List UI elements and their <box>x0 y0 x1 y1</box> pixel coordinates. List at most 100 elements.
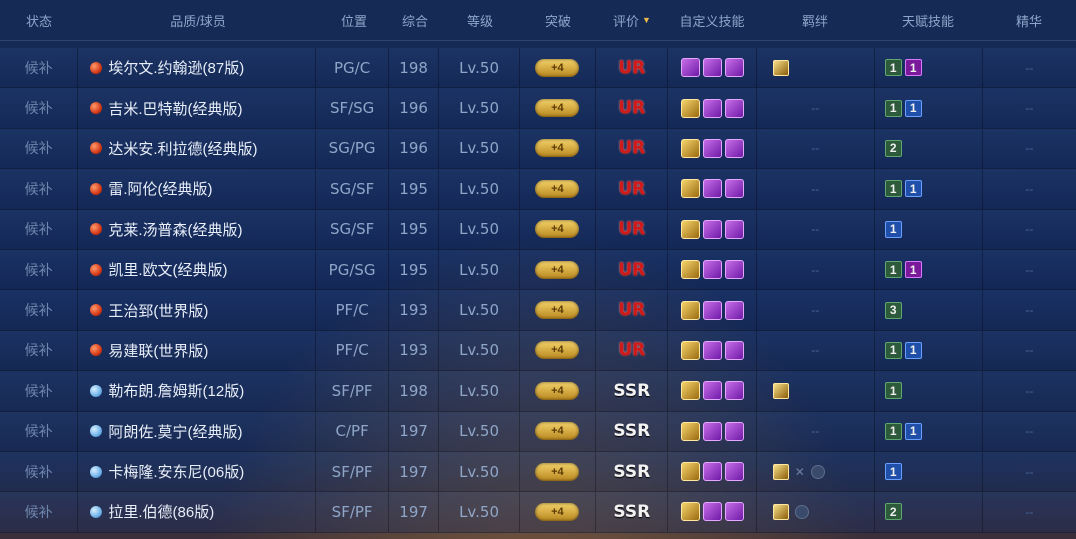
skill-icon[interactable] <box>724 98 744 118</box>
skill-icon[interactable] <box>702 260 722 280</box>
skill-icon[interactable] <box>702 421 722 441</box>
custom-skills-cell[interactable] <box>668 249 757 290</box>
talent-badge[interactable]: 1 <box>904 99 922 117</box>
table-row[interactable]: 候补 凯里.欧文(经典版) PG/SG 195 Lv.50 +4 UR -- 1 1 -- <box>0 249 1076 291</box>
skill-icon[interactable] <box>680 421 700 441</box>
skill-icon[interactable] <box>724 58 744 78</box>
custom-skills-cell[interactable] <box>668 371 757 411</box>
talent-badge[interactable]: 1 <box>884 341 902 359</box>
bond-icon[interactable] <box>772 59 789 76</box>
custom-skills-cell[interactable] <box>668 411 757 451</box>
header-rating[interactable]: 评价 ▼ <box>596 0 668 40</box>
player-name-cell[interactable]: 阿朗佐.莫宁(经典版) <box>78 411 317 451</box>
custom-skills-cell[interactable] <box>668 88 757 128</box>
player-name-cell[interactable]: 达米安.利拉德(经典版) <box>78 128 317 169</box>
custom-skills-cell[interactable] <box>668 48 757 88</box>
player-name-cell[interactable]: 雷.阿伦(经典版) <box>78 169 317 209</box>
custom-skills-cell[interactable] <box>668 290 757 330</box>
custom-skills-cell[interactable] <box>668 169 757 209</box>
table-row[interactable]: 候补 雷.阿伦(经典版) SG/SF 195 Lv.50 +4 UR -- 1 1 -- <box>0 169 1076 210</box>
talent-badge[interactable]: 1 <box>884 382 902 400</box>
talent-badge[interactable]: 1 <box>884 99 902 117</box>
skill-icon[interactable] <box>724 138 744 158</box>
custom-skills-cell[interactable] <box>668 128 757 169</box>
skill-icon[interactable] <box>680 138 700 158</box>
talent-badge[interactable]: 1 <box>904 261 922 279</box>
header-overall[interactable]: 综合 <box>390 0 440 40</box>
skill-icon[interactable] <box>702 179 722 199</box>
skill-icon[interactable] <box>702 98 722 118</box>
skill-icon[interactable] <box>702 462 722 482</box>
skill-icon[interactable] <box>724 502 744 522</box>
table-row[interactable]: 候补 克莱.汤普森(经典版) SG/SF 195 Lv.50 +4 UR -- 1 -- <box>0 209 1076 250</box>
player-name-cell[interactable]: 凯里.欧文(经典版) <box>78 249 317 290</box>
talent-badge[interactable]: 3 <box>884 301 902 319</box>
skill-icon[interactable] <box>680 179 700 199</box>
skill-icon[interactable] <box>702 300 722 320</box>
table-row[interactable]: 候补 达米安.利拉德(经典版) SG/PG 196 Lv.50 +4 UR -- 2 -- <box>0 128 1076 170</box>
skill-icon[interactable] <box>724 300 744 320</box>
talent-badge[interactable]: 1 <box>884 59 902 77</box>
skill-icon[interactable] <box>702 502 722 522</box>
table-row[interactable]: 候补 勒布朗.詹姆斯(12版) SF/PF 198 Lv.50 +4 SSR 1 -- <box>0 371 1076 412</box>
bond-icon[interactable] <box>772 503 789 520</box>
skill-icon[interactable] <box>680 300 700 320</box>
skill-icon[interactable] <box>680 260 700 280</box>
skill-icon[interactable] <box>680 98 700 118</box>
custom-skills-cell[interactable] <box>668 492 757 532</box>
bond-inactive-icon[interactable] <box>794 504 809 519</box>
player-name-cell[interactable]: 拉里.伯德(86版) <box>78 492 317 532</box>
skill-icon[interactable] <box>680 462 700 482</box>
skill-icon[interactable] <box>702 58 722 78</box>
talent-badge[interactable]: 1 <box>904 180 922 198</box>
header-quality-player[interactable]: 品质/球员 <box>78 0 318 40</box>
table-row[interactable]: 候补 阿朗佐.莫宁(经典版) C/PF 197 Lv.50 +4 SSR -- 1 1 -- <box>0 411 1076 452</box>
talent-badge[interactable]: 1 <box>904 422 922 440</box>
custom-skills-cell[interactable] <box>668 451 757 492</box>
skill-icon[interactable] <box>724 340 744 360</box>
player-name-cell[interactable]: 勒布朗.詹姆斯(12版) <box>78 371 317 411</box>
player-name-cell[interactable]: 克莱.汤普森(经典版) <box>78 209 317 249</box>
skill-icon[interactable] <box>680 381 700 401</box>
player-name-cell[interactable]: 卡梅隆.安东尼(06版) <box>78 451 317 492</box>
talent-badge[interactable]: 1 <box>884 422 902 440</box>
skill-icon[interactable] <box>724 462 744 482</box>
skill-icon[interactable] <box>702 138 722 158</box>
header-breakthrough[interactable]: 突破 <box>520 0 596 40</box>
skill-icon[interactable] <box>702 340 722 360</box>
player-name-cell[interactable]: 王治郅(世界版) <box>78 290 317 330</box>
skill-icon[interactable] <box>680 340 700 360</box>
header-position[interactable]: 位置 <box>318 0 390 40</box>
player-name-cell[interactable]: 埃尔文.约翰逊(87版) <box>78 48 317 88</box>
skill-icon[interactable] <box>724 260 744 280</box>
table-row[interactable]: 候补 埃尔文.约翰逊(87版) PG/C 198 Lv.50 +4 UR 1 1 -- <box>0 48 1076 89</box>
custom-skills-cell[interactable] <box>668 330 757 371</box>
table-row[interactable]: 候补 王治郅(世界版) PF/C 193 Lv.50 +4 UR -- 3 -- <box>0 290 1076 331</box>
table-row[interactable]: 候补 卡梅隆.安东尼(06版) SF/PF 197 Lv.50 +4 SSR ✕ 1 -- <box>0 451 1076 493</box>
skill-icon[interactable] <box>680 219 700 239</box>
skill-icon[interactable] <box>702 219 722 239</box>
table-row[interactable]: 候补 易建联(世界版) PF/C 193 Lv.50 +4 UR -- 1 1 -- <box>0 330 1076 372</box>
bond-inactive-icon[interactable] <box>810 464 825 479</box>
talent-badge[interactable]: 1 <box>904 341 922 359</box>
talent-badge[interactable]: 2 <box>884 139 902 157</box>
header-level[interactable]: 等级 <box>440 0 520 40</box>
table-row[interactable]: 候补 拉里.伯德(86版) SF/PF 197 Lv.50 +4 SSR 2 -- <box>0 492 1076 533</box>
skill-icon[interactable] <box>724 421 744 441</box>
player-name-cell[interactable]: 吉米.巴特勒(经典版) <box>78 88 317 128</box>
skill-icon[interactable] <box>724 219 744 239</box>
skill-icon[interactable] <box>680 58 700 78</box>
skill-icon[interactable] <box>680 502 700 522</box>
skill-icon[interactable] <box>724 179 744 199</box>
skill-icon[interactable] <box>724 381 744 401</box>
bond-icon[interactable] <box>772 382 789 399</box>
talent-badge[interactable]: 1 <box>884 261 902 279</box>
talent-badge[interactable]: 1 <box>884 180 902 198</box>
talent-badge[interactable]: 1 <box>884 220 902 238</box>
skill-icon[interactable] <box>702 381 722 401</box>
talent-badge[interactable]: 1 <box>904 59 922 77</box>
bond-icon[interactable] <box>772 463 789 480</box>
custom-skills-cell[interactable] <box>668 209 757 249</box>
table-row[interactable]: 候补 吉米.巴特勒(经典版) SF/SG 196 Lv.50 +4 UR -- 1 1 -- <box>0 88 1076 129</box>
talent-badge[interactable]: 2 <box>884 503 902 521</box>
